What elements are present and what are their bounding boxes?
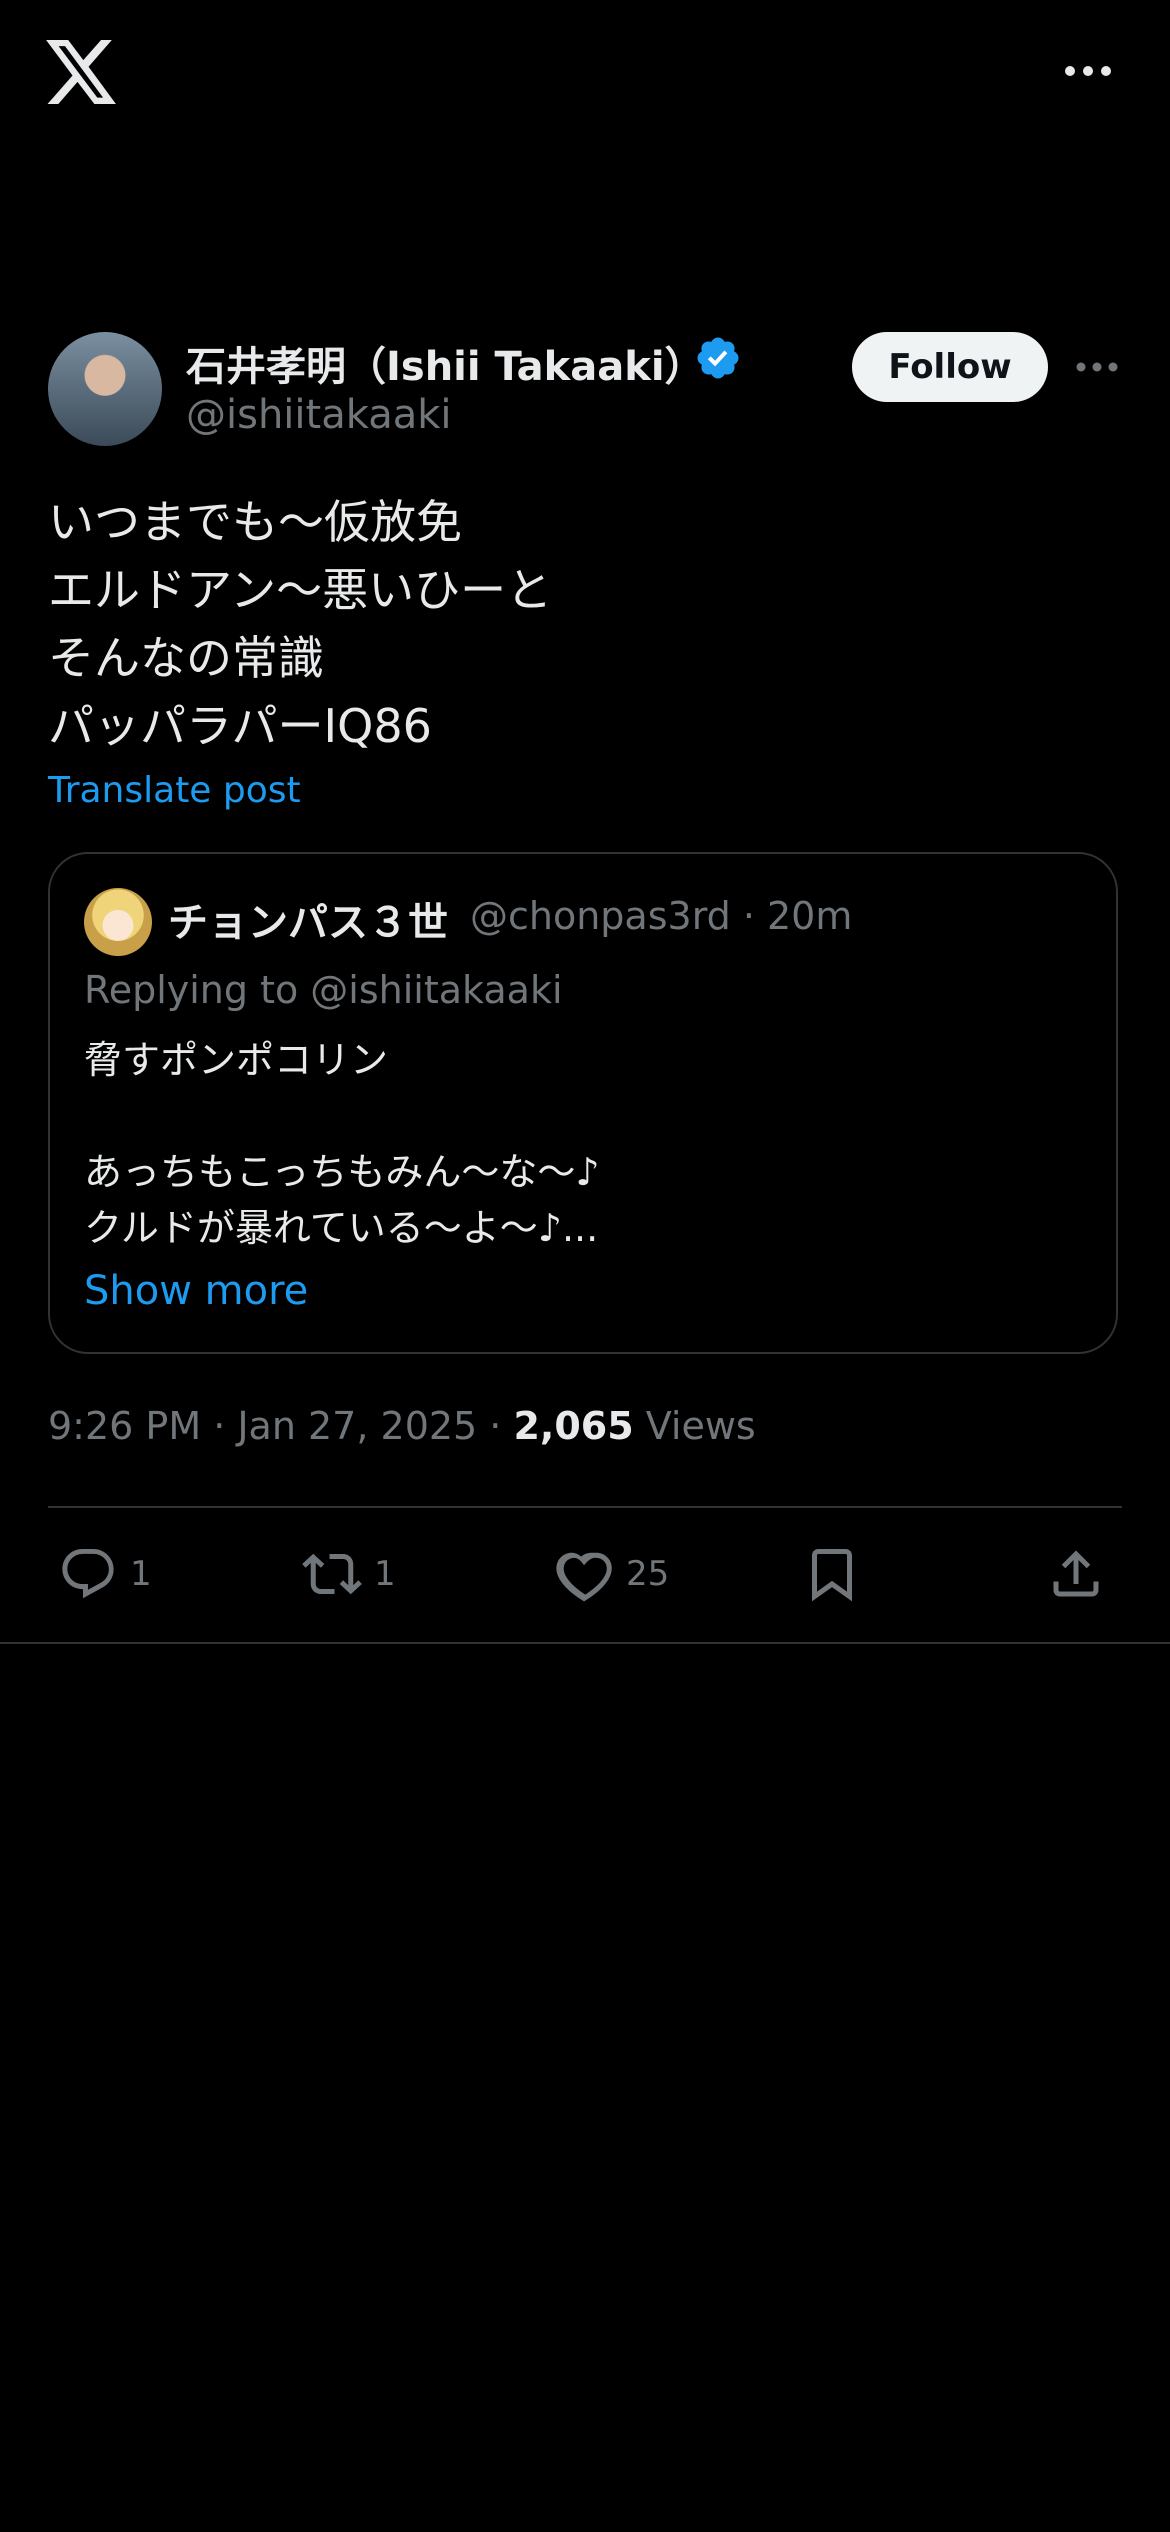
bookmark-button[interactable]: [802, 1542, 862, 1606]
tweet-text: いつまでも〜仮放免 エルドアン〜悪いひーと そんなの常識 パッパラパーIQ86: [48, 488, 1118, 760]
quoted-tweet-card[interactable]: チョンパス３世 @chonpas3rd · 20m Replying to @i…: [48, 852, 1118, 1354]
replying-to-label: Replying to @ishiitakaaki: [84, 968, 563, 1012]
like-icon: [556, 1552, 612, 1602]
quoted-author-name: チョンパス３世: [168, 900, 448, 946]
translate-post-link[interactable]: Translate post: [48, 770, 301, 811]
reply-icon: [62, 1549, 114, 1599]
divider: [48, 1506, 1122, 1508]
share-icon: [1053, 1550, 1099, 1597]
x-logo-icon[interactable]: [46, 40, 116, 104]
author-name[interactable]: 石井孝明（Ishii Takaaki）: [186, 334, 705, 392]
more-icon[interactable]: [1058, 56, 1118, 86]
top-bar: [0, 0, 1170, 150]
retweet-button[interactable]: 1: [302, 1542, 396, 1606]
quoted-author-avatar[interactable]: [84, 888, 152, 956]
quoted-line: [84, 1088, 1084, 1144]
tweet-line: エルドアン〜悪いひーと: [48, 563, 553, 617]
show-more-link[interactable]: Show more: [84, 1268, 308, 1314]
tweet-timestamp[interactable]: 9:26 PM · Jan 27, 2025 ·: [48, 1404, 513, 1448]
quoted-line: あっちもこっちもみん〜な〜♪: [84, 1150, 600, 1194]
follow-button[interactable]: Follow: [852, 332, 1048, 402]
like-count: 25: [626, 1554, 670, 1594]
share-button[interactable]: [1046, 1542, 1106, 1606]
tweet-line: パッパラパーIQ86: [48, 699, 432, 753]
more-icon[interactable]: [1072, 354, 1122, 380]
retweet-count: 1: [374, 1554, 396, 1594]
views-count: 2,065: [513, 1404, 634, 1448]
verified-badge-icon: [697, 337, 739, 379]
like-button[interactable]: 25: [554, 1542, 669, 1606]
author-avatar[interactable]: [48, 332, 162, 446]
author-handle[interactable]: @ishiitakaaki: [186, 392, 452, 438]
tweet-line: そんなの常識: [48, 631, 324, 685]
tweet-line: いつまでも〜仮放免: [48, 495, 462, 549]
bookmark-icon: [812, 1549, 852, 1602]
tweet-author: 石井孝明（Ishii Takaaki） @ishiitakaaki Follow: [48, 332, 1128, 452]
quoted-line: クルドが暴れている〜よ〜♪...: [84, 1206, 599, 1250]
reply-count: 1: [130, 1554, 152, 1594]
action-bar: 1 1 25: [48, 1520, 1122, 1630]
retweet-icon: [302, 1553, 362, 1595]
quoted-line: 脅すポンポコリン: [84, 1038, 389, 1082]
views-label: Views: [633, 1404, 756, 1448]
tweet-metadata: 9:26 PM · Jan 27, 2025 · 2,065 Views: [48, 1404, 756, 1448]
divider: [0, 1642, 1170, 1644]
quoted-author-meta: @chonpas3rd · 20m: [470, 894, 853, 938]
reply-button[interactable]: 1: [58, 1542, 152, 1606]
quoted-tweet-text: 脅すポンポコリン あっちもこっちもみん〜な〜♪ クルドが暴れている〜よ〜♪...: [84, 1032, 1084, 1256]
